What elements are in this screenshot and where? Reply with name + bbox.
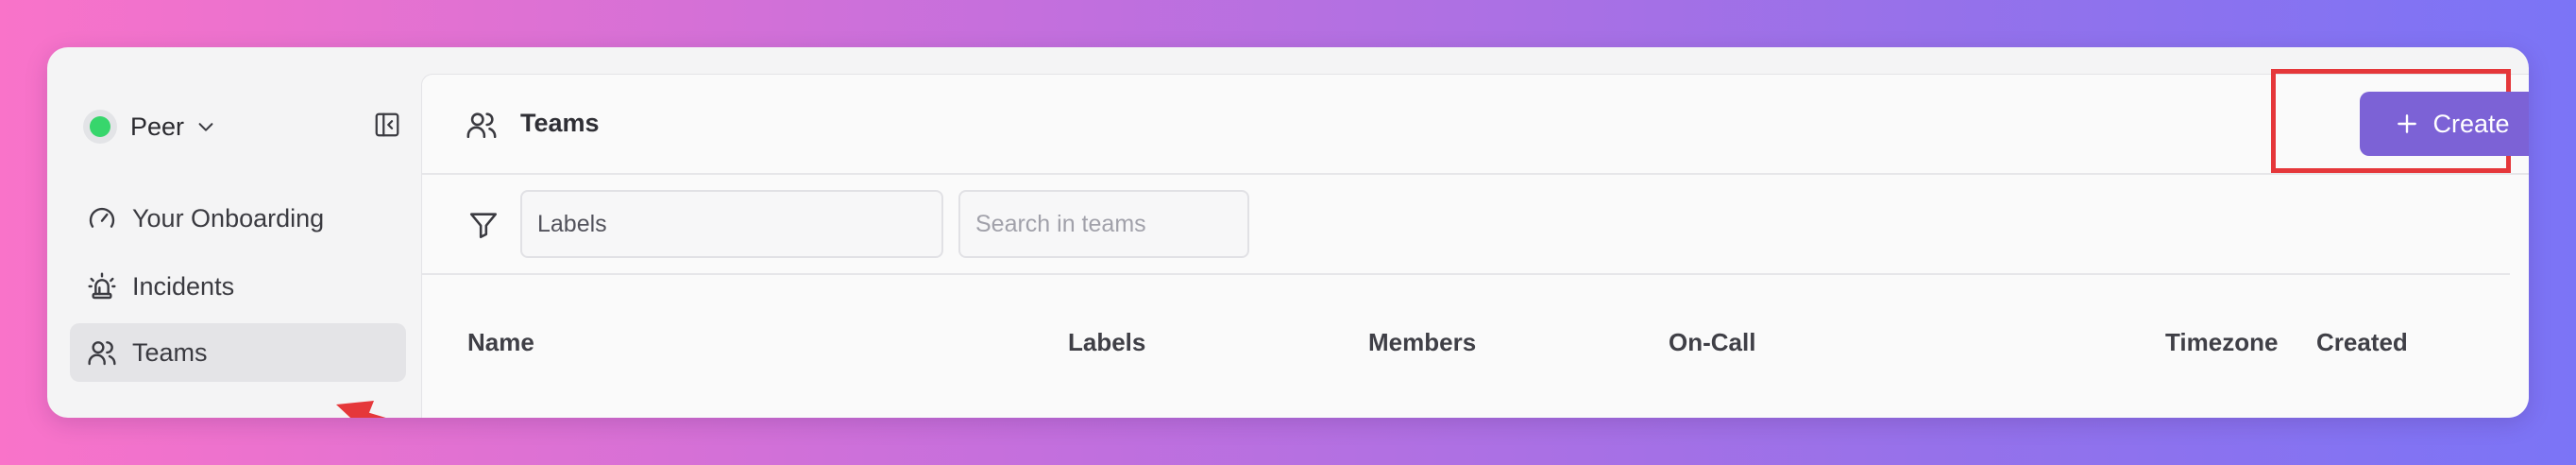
column-header-labels[interactable]: Labels — [1068, 328, 1145, 357]
gauge-icon — [85, 203, 119, 233]
filter-bar — [422, 175, 2510, 275]
sidebar-item-onboarding[interactable]: Your Onboarding — [70, 189, 451, 248]
filter-icon[interactable] — [467, 209, 500, 246]
search-input[interactable] — [958, 190, 1249, 258]
siren-icon — [85, 271, 119, 301]
annotation-arrow — [336, 401, 386, 418]
page-title: Teams — [520, 109, 600, 137]
sidebar-item-teams[interactable]: Teams — [70, 323, 406, 382]
main-panel: Teams Create Name Labels Members On-Call… — [421, 69, 2529, 418]
create-button-label: Create — [2432, 109, 2510, 138]
column-header-created[interactable]: Created — [2316, 328, 2408, 357]
app-window: Peer Your Onboarding Incidents Teams Tea… — [47, 47, 2529, 418]
sidebar: Peer Your Onboarding Incidents Teams — [47, 47, 421, 418]
column-header-on-call[interactable]: On-Call — [1669, 328, 1755, 357]
status-dot — [90, 116, 110, 137]
workspace-name: Peer — [130, 112, 185, 141]
workspace-switcher[interactable]: Peer — [83, 108, 216, 146]
sidebar-item-label: Your Onboarding — [132, 203, 325, 232]
workspace-status-indicator — [83, 110, 117, 144]
column-header-members[interactable]: Members — [1368, 328, 1476, 357]
labels-filter-input[interactable] — [520, 190, 943, 258]
chevron-down-icon — [195, 116, 216, 137]
users-icon — [466, 109, 498, 146]
page-header: Teams Create — [422, 69, 2529, 175]
create-team-button[interactable]: Create — [2360, 92, 2529, 156]
users-icon — [85, 337, 119, 368]
column-header-timezone[interactable]: Timezone — [2165, 328, 2278, 357]
plus-icon — [2395, 112, 2419, 136]
sidebar-item-label: Teams — [132, 337, 208, 367]
sidebar-collapse-icon — [373, 111, 401, 144]
column-header-name[interactable]: Name — [467, 328, 534, 357]
collapse-sidebar-button[interactable] — [372, 112, 402, 142]
sidebar-item-incidents[interactable]: Incidents — [70, 257, 451, 316]
table-header: Name Labels Members On-Call Timezone Cre… — [422, 328, 2529, 366]
sidebar-item-label: Incidents — [132, 271, 235, 301]
